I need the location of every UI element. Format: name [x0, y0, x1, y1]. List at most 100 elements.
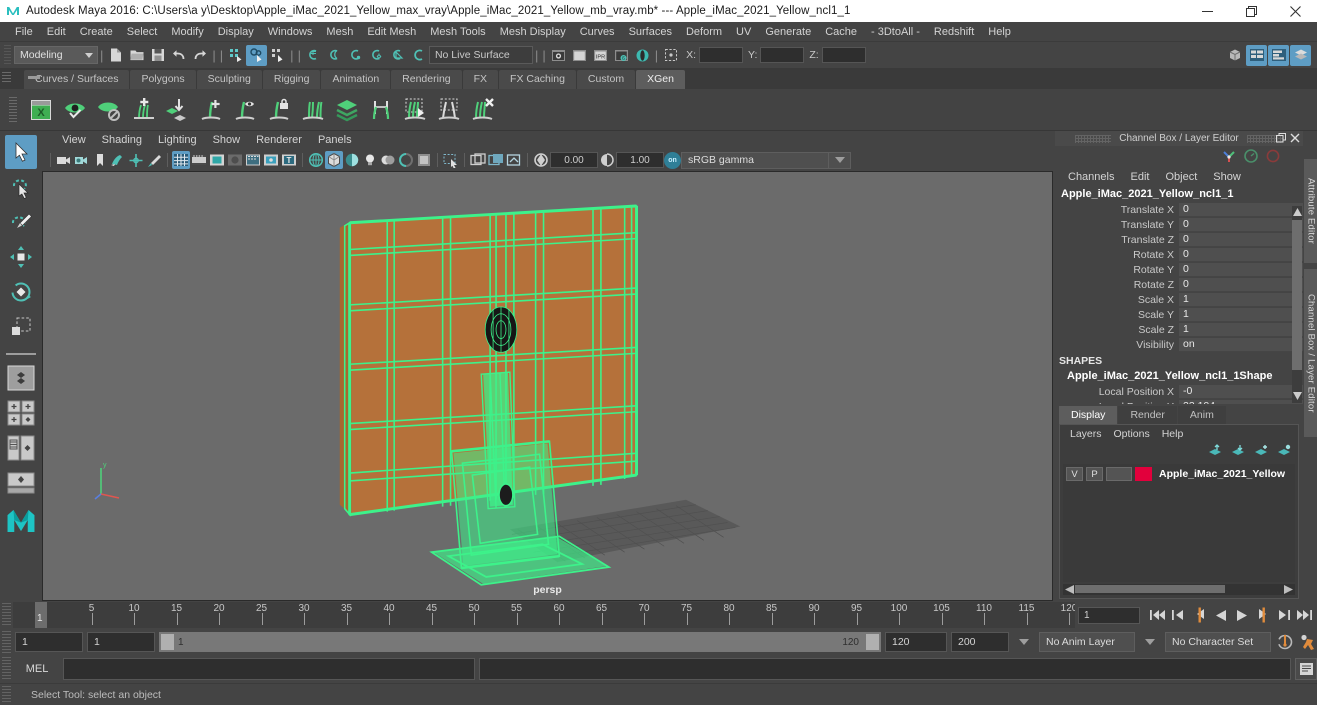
time-slider-grip[interactable]	[2, 603, 11, 627]
sidebar-attribute-icon[interactable]	[1224, 45, 1245, 66]
select-camera-icon[interactable]	[55, 151, 73, 169]
gamma-value[interactable]: 1.00	[616, 152, 664, 168]
snap-to-point-icon[interactable]	[345, 45, 366, 66]
channel-box-body[interactable]: Apple_iMac_2021_Yellow_ncl1_1 Translate …	[1055, 186, 1303, 404]
channel-menu-edit[interactable]: Edit	[1123, 167, 1156, 187]
layer-tab-display[interactable]: Display	[1059, 406, 1118, 424]
layer-color-swatch[interactable]	[1135, 467, 1152, 481]
shelf-tab-rigging[interactable]: Rigging	[262, 70, 321, 89]
layer-menu-options[interactable]: Options	[1108, 424, 1156, 444]
menu-surfaces[interactable]: Surfaces	[622, 22, 679, 42]
xgen-delete-guide-icon[interactable]	[466, 93, 500, 127]
menu-select[interactable]: Select	[120, 22, 165, 42]
statusline-grip[interactable]	[4, 45, 11, 65]
remove-from-layer-icon[interactable]	[1277, 444, 1292, 460]
xgen-groom-brush-icon[interactable]	[398, 93, 432, 127]
menu-mesh[interactable]: Mesh	[319, 22, 360, 42]
layer-tab-anim[interactable]: Anim	[1177, 406, 1226, 424]
four-view-layout-icon[interactable]	[5, 396, 37, 430]
layer-playback-toggle[interactable]: P	[1086, 467, 1103, 481]
menu-mesh-tools[interactable]: Mesh Tools	[423, 22, 492, 42]
select-by-object-icon[interactable]	[246, 44, 268, 66]
layer-list[interactable]: V P Apple_iMac_2021_Yellow	[1063, 464, 1295, 582]
coord-y-input[interactable]	[760, 47, 805, 63]
close-icon[interactable]	[1273, 0, 1317, 22]
select-tool-icon[interactable]	[5, 135, 37, 169]
channel-box-scroll-thumb[interactable]	[1292, 220, 1302, 370]
step-back-keyframe-icon[interactable]	[1169, 606, 1188, 625]
attr-value[interactable]: 1	[1179, 322, 1303, 337]
channel-speed-icon[interactable]	[1243, 148, 1259, 167]
range-bar[interactable]: 1 120	[159, 632, 881, 652]
layer-row[interactable]: V P Apple_iMac_2021_Yellow	[1063, 466, 1295, 482]
gamma-icon[interactable]	[598, 151, 616, 169]
render-settings-icon[interactable]: 6	[611, 45, 632, 66]
viewport-menu-view[interactable]: View	[54, 130, 94, 150]
menu-deform[interactable]: Deform	[679, 22, 729, 42]
smooth-shade-icon[interactable]	[325, 151, 343, 169]
hypershade-icon[interactable]	[632, 45, 653, 66]
select-by-component-icon[interactable]	[267, 45, 288, 66]
menu-file[interactable]: File	[8, 22, 40, 42]
shelf-menu-icon[interactable]	[28, 76, 40, 79]
minimize-icon[interactable]	[1185, 0, 1229, 22]
restore-icon[interactable]	[1229, 0, 1273, 22]
motion-blur-icon[interactable]	[415, 151, 433, 169]
xgen-layers-icon[interactable]	[330, 93, 364, 127]
attr-value[interactable]: 0	[1179, 277, 1303, 292]
close-panel-icon[interactable]	[1289, 132, 1301, 144]
auto-keyframe-icon[interactable]	[1275, 633, 1294, 652]
render-region-icon[interactable]	[469, 151, 487, 169]
menu-edit-mesh[interactable]: Edit Mesh	[360, 22, 423, 42]
layer-visibility-toggle[interactable]: V	[1066, 467, 1083, 481]
sidetab-attribute-editor[interactable]: Attribute Editor	[1303, 159, 1317, 263]
anim-end-field[interactable]: 200	[951, 632, 1009, 652]
new-empty-layer-icon[interactable]	[1231, 444, 1246, 460]
viewport-menu-lighting[interactable]: Lighting	[150, 130, 205, 150]
channel-box-scroll-down-icon[interactable]	[1292, 390, 1302, 402]
play-backwards-icon[interactable]	[1211, 606, 1230, 625]
viewport-menu-show[interactable]: Show	[205, 130, 249, 150]
layer-editor-icon[interactable]	[1268, 44, 1289, 66]
xgen-clump-icon[interactable]	[432, 93, 466, 127]
grab-viewport-icon[interactable]	[505, 151, 523, 169]
menu-create[interactable]: Create	[73, 22, 120, 42]
camera-attributes-icon[interactable]	[73, 151, 91, 169]
command-language-label[interactable]: MEL	[15, 663, 59, 675]
channel-box-scroll-up-icon[interactable]	[1292, 206, 1302, 218]
xgen-part-icon[interactable]	[364, 93, 398, 127]
snap-to-curve-icon[interactable]	[324, 45, 345, 66]
exposure-value[interactable]: 0.00	[550, 152, 598, 168]
range-slider-grip[interactable]	[2, 631, 11, 653]
shelf-icons-grip[interactable]	[2, 89, 24, 131]
layer-hscroll-thumb[interactable]	[1075, 585, 1225, 593]
menu-display[interactable]: Display	[211, 22, 261, 42]
layer-menu-help[interactable]: Help	[1156, 424, 1190, 444]
menu-modify[interactable]: Modify	[164, 22, 210, 42]
save-scene-icon[interactable]	[147, 45, 168, 66]
toggle-editors-icon[interactable]	[660, 45, 681, 66]
xgen-place-icon[interactable]	[160, 93, 194, 127]
xgen-add-guide-icon[interactable]	[194, 93, 228, 127]
step-back-frame-icon[interactable]	[1190, 606, 1209, 625]
menu-windows[interactable]: Windows	[261, 22, 320, 42]
attribute-editor-icon[interactable]	[1290, 44, 1311, 66]
attr-value[interactable]: 0	[1179, 217, 1303, 232]
shelf-tab-xgen[interactable]: XGen	[636, 70, 685, 89]
channel-menu-channels[interactable]: Channels	[1061, 167, 1121, 187]
bookmark-icon[interactable]	[91, 151, 109, 169]
command-line-grip[interactable]	[2, 657, 11, 681]
layer-name[interactable]: Apple_iMac_2021_Yellow	[1159, 468, 1285, 480]
grease-pencil-icon[interactable]	[145, 151, 163, 169]
single-perspective-layout-icon[interactable]	[5, 361, 37, 395]
go-to-end-icon[interactable]	[1295, 606, 1314, 625]
shelf-tab-sculpting[interactable]: Sculpting	[196, 70, 262, 89]
attr-value[interactable]: 0	[1179, 247, 1303, 262]
viewport-3d[interactable]: y persp	[42, 171, 1053, 601]
shelf-tab-fx[interactable]: FX	[462, 70, 499, 89]
shadows-icon[interactable]	[379, 151, 397, 169]
isolate-select-icon[interactable]	[442, 151, 460, 169]
xgen-editor-icon[interactable]: X	[24, 93, 58, 127]
color-management-select[interactable]: sRGB gamma	[681, 151, 829, 169]
channel-menu-show[interactable]: Show	[1206, 167, 1248, 187]
